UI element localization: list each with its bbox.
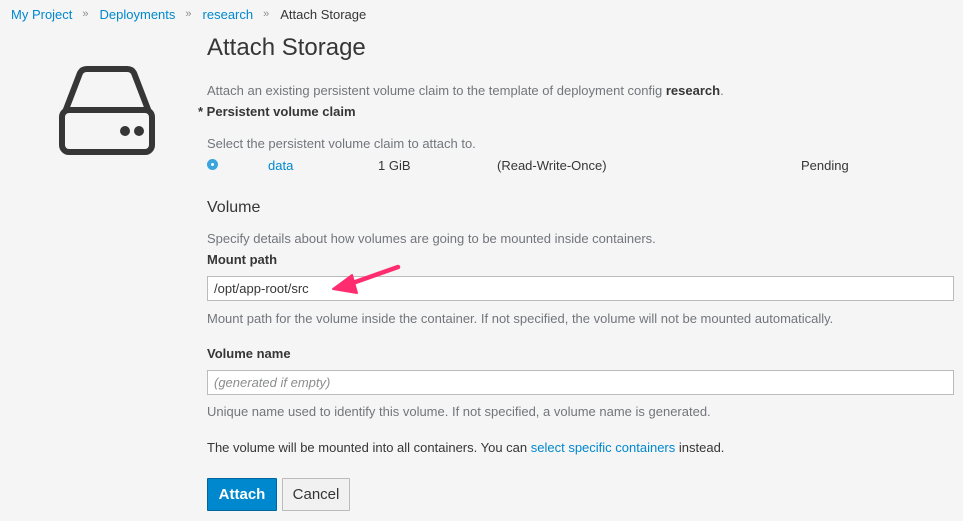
pvc-help: Select the persistent volume claim to at… <box>207 136 476 151</box>
breadcrumb-separator: » <box>82 8 89 20</box>
pvc-access-mode: (Read-Write-Once) <box>497 158 607 173</box>
breadcrumb-current: Attach Storage <box>280 6 367 22</box>
breadcrumb-my-project[interactable]: My Project <box>11 7 72 22</box>
volume-help: Specify details about how volumes are go… <box>207 231 656 246</box>
arrow-annotation <box>332 264 401 294</box>
pvc-status: Pending <box>801 158 849 173</box>
deployment-config-name: research <box>665 83 721 98</box>
volume-heading: Volume <box>207 199 261 216</box>
intro-prefix: Attach an existing persistent volume cla… <box>207 83 666 98</box>
breadcrumb-separator: » <box>185 8 192 20</box>
mount-path-help: Mount path for the volume inside the con… <box>207 311 834 326</box>
note-suffix: instead. <box>675 440 725 455</box>
pvc-radio-data[interactable] <box>207 159 218 170</box>
page-title: Attach Storage <box>207 34 366 61</box>
breadcrumb-separator: » <box>263 8 270 20</box>
containers-note: The volume will be mounted into all cont… <box>207 440 724 455</box>
cancel-button[interactable]: Cancel <box>282 478 350 511</box>
attach-button[interactable]: Attach <box>207 478 277 511</box>
intro-text: Attach an existing persistent volume cla… <box>207 83 724 98</box>
note-prefix: The volume will be mounted into all cont… <box>207 440 531 455</box>
mount-path-label: Mount path <box>207 252 278 267</box>
intro-suffix: . <box>720 83 724 98</box>
hard-drive-icon <box>59 66 155 155</box>
pvc-size: 1 GiB <box>378 158 411 173</box>
volume-name-input[interactable] <box>207 370 954 395</box>
mount-path-input[interactable] <box>207 276 954 301</box>
breadcrumb: My Project » Deployments » research » At… <box>11 6 366 22</box>
pvc-label: * Persistent volume claim <box>198 104 356 119</box>
breadcrumb-research[interactable]: research <box>203 7 254 22</box>
volume-name-help: Unique name used to identify this volume… <box>207 404 711 419</box>
pvc-name-link[interactable]: data <box>268 158 293 173</box>
volume-name-label: Volume name <box>207 346 291 361</box>
pvc-option-row[interactable]: data 1 GiB (Read-Write-Once) Pending <box>207 158 954 174</box>
breadcrumb-deployments[interactable]: Deployments <box>100 7 176 22</box>
select-specific-containers-link[interactable]: select specific containers <box>531 440 676 455</box>
